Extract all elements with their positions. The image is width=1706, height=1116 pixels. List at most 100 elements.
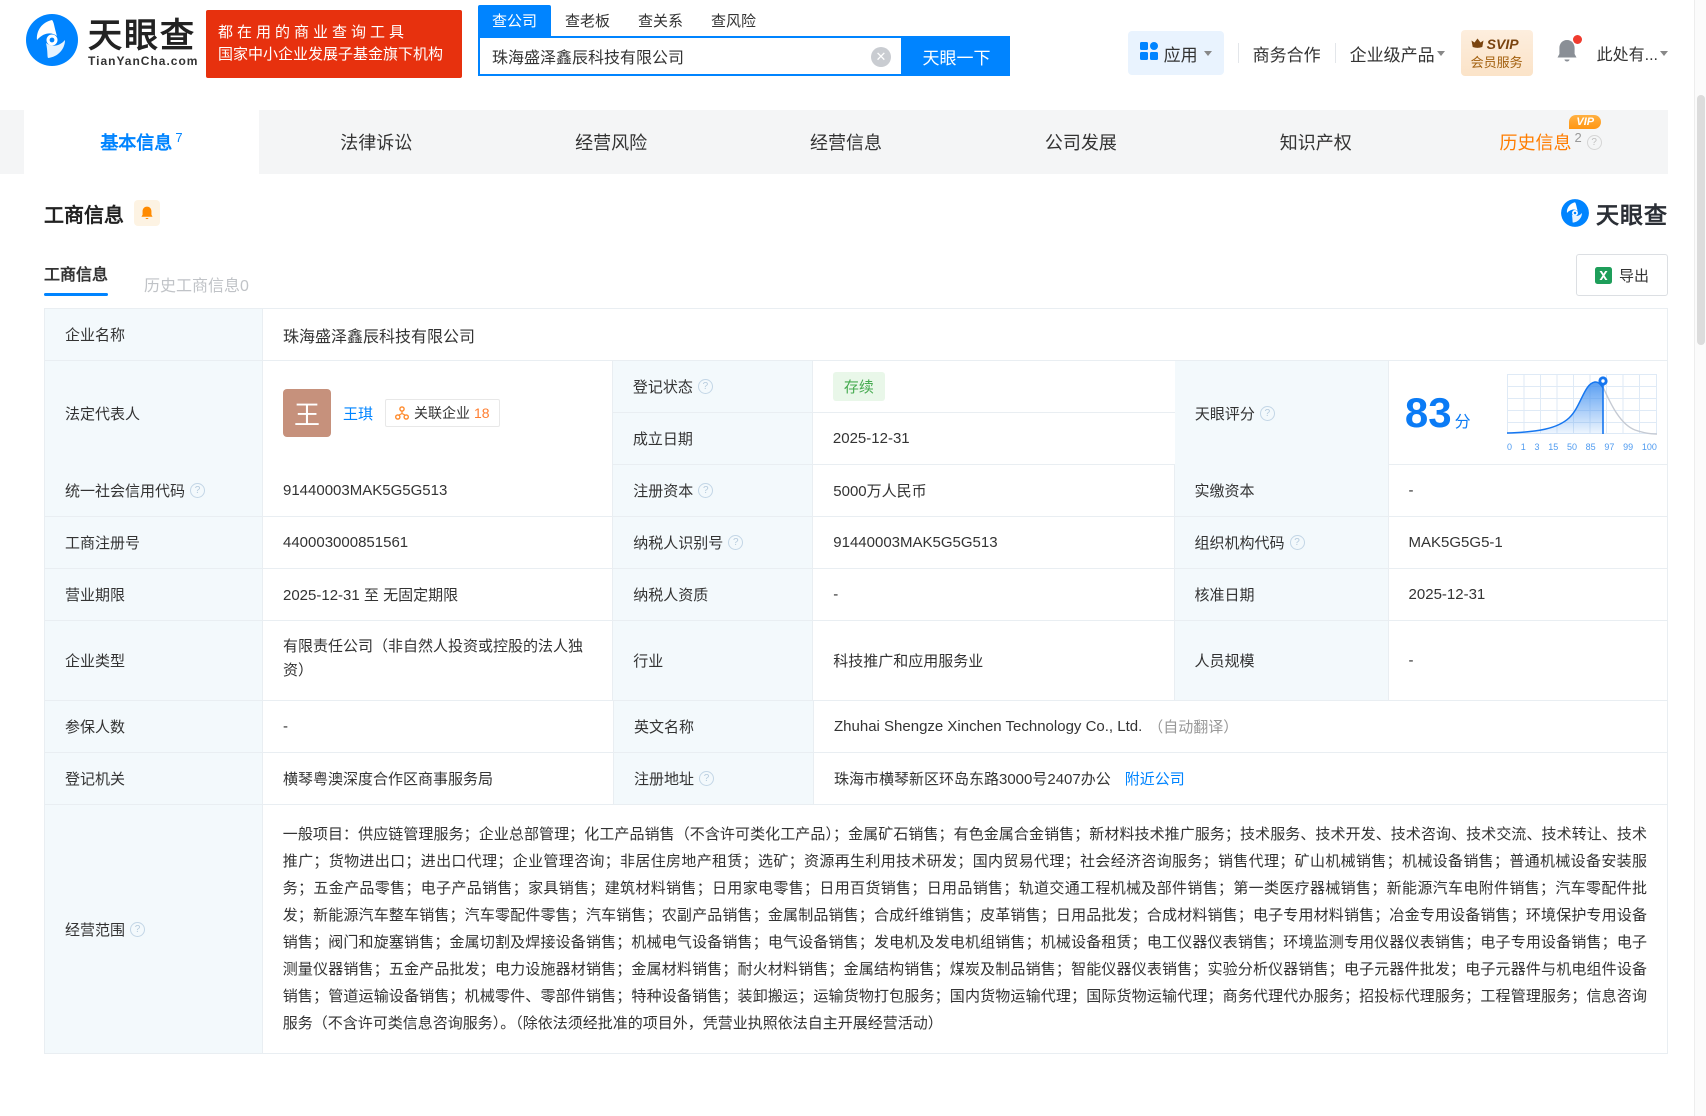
promo-line2: 国家中小企业发展子基金旗下机构 bbox=[218, 46, 444, 63]
tab-company-development[interactable]: 公司发展 bbox=[963, 110, 1198, 174]
brand-domain: TianYanCha.com bbox=[88, 53, 199, 68]
score-chart-ticks: 0 1 3 15 50 85 97 99 100 bbox=[1507, 442, 1657, 452]
search-button[interactable]: 天眼一下 bbox=[903, 36, 1010, 76]
apps-menu-button[interactable]: 应用 bbox=[1127, 31, 1224, 75]
promo-line1: 都在用的商业查询工具 bbox=[218, 24, 409, 41]
crown-icon bbox=[1471, 36, 1484, 52]
table-row: 法定代表人 王 王琪 关联企业 18 登记状态 ? 存续 成立日期 2025-1… bbox=[45, 361, 1667, 465]
field-label: 参保人数 bbox=[45, 701, 263, 752]
menu-item-enterprise[interactable]: 企业级产品 bbox=[1350, 41, 1445, 66]
tab-legal-proceedings[interactable]: 法律诉讼 bbox=[259, 110, 494, 174]
score-distribution-chart: 0 1 3 15 50 85 97 99 100 bbox=[1506, 374, 1658, 452]
table-row: 参保人数 - 英文名称 Zhuhai Shengze Xinchen Techn… bbox=[45, 701, 1667, 753]
help-icon[interactable]: ? bbox=[699, 771, 715, 786]
field-label: 企业名称 bbox=[45, 309, 263, 360]
table-row: 营业期限 2025-12-31 至 无固定期限 纳税人资质 - 核准日期 202… bbox=[45, 569, 1667, 621]
tab-label: 知识产权 bbox=[1279, 133, 1352, 153]
tab-count: 2 bbox=[1574, 129, 1582, 145]
field-label: 行业 bbox=[613, 621, 814, 700]
tab-label: 法律诉讼 bbox=[340, 133, 413, 153]
tab-intellectual-property[interactable]: 知识产权 bbox=[1198, 110, 1433, 174]
company-type-value: 有限责任公司（非自然人投资或控股的法人独资） bbox=[263, 621, 614, 700]
business-scope-value: 一般项目：供应链管理服务；企业总部管理；化工产品销售（不含许可类化工产品）；金属… bbox=[282, 826, 1647, 1032]
business-info-section: 工商信息 天眼查 工商信息 历史工商信息0 导出 企业名称 珠海盛泽鑫辰科技有限… bbox=[44, 196, 1668, 1054]
menu-item-cooperation[interactable]: 商务合作 bbox=[1253, 41, 1321, 66]
related-companies-label: 关联企业 bbox=[414, 405, 471, 421]
svip-label: SVIP bbox=[1486, 35, 1519, 52]
field-label: 组织机构代码 ? bbox=[1174, 517, 1389, 568]
tab-history-info[interactable]: VIP 历史信息 2 ? bbox=[1433, 110, 1668, 174]
search-tab-boss[interactable]: 查老板 bbox=[551, 5, 624, 36]
reg-authority-value: 横琴粤澳深度合作区商事服务局 bbox=[263, 753, 614, 804]
insured-count-value: - bbox=[263, 701, 614, 752]
enterprise-label: 企业级产品 bbox=[1349, 45, 1435, 65]
field-label: 营业期限 bbox=[45, 569, 263, 620]
help-icon[interactable]: ? bbox=[728, 535, 744, 550]
help-icon[interactable]: ? bbox=[130, 921, 146, 937]
score-cell: 83 分 0 1 3 15 50 85 97 99 100 bbox=[1389, 361, 1667, 465]
related-companies-badge[interactable]: 关联企业 18 bbox=[385, 399, 500, 427]
tianyancha-logo[interactable]: 天眼查 TianYanCha.com bbox=[24, 12, 198, 73]
subtab-business-info[interactable]: 工商信息 bbox=[44, 261, 109, 296]
help-icon[interactable]: ? bbox=[190, 483, 206, 498]
field-label: 纳税人识别号 ? bbox=[613, 517, 814, 568]
page-scrollbar bbox=[1694, 0, 1706, 1116]
search-tab-risk[interactable]: 查风险 bbox=[697, 5, 770, 36]
legal-rep-link[interactable]: 王琪 bbox=[343, 403, 373, 424]
field-label: 核准日期 bbox=[1174, 569, 1389, 620]
legal-rep-avatar[interactable]: 王 bbox=[283, 389, 331, 437]
field-label: 成立日期 bbox=[612, 412, 813, 464]
field-label: 工商注册号 bbox=[45, 517, 263, 568]
scrollbar-thumb[interactable] bbox=[1697, 95, 1705, 345]
menu-separator bbox=[1237, 43, 1239, 63]
table-row: 企业类型 有限责任公司（非自然人投资或控股的法人独资） 行业 科技推广和应用服务… bbox=[45, 621, 1667, 701]
help-icon[interactable]: ? bbox=[1289, 535, 1305, 550]
nearby-companies-link[interactable]: 附近公司 bbox=[1125, 768, 1185, 789]
svip-member-button[interactable]: SVIP 会员服务 bbox=[1460, 30, 1533, 76]
search-block: 查公司 查老板 查关系 查风险 ✕ 天眼一下 bbox=[478, 5, 1010, 76]
reg-status-cell: 存续 bbox=[812, 361, 1175, 412]
field-label: 注册地址 ? bbox=[614, 753, 814, 804]
tab-label: 经营风险 bbox=[575, 133, 648, 153]
table-row: 统一社会信用代码 ? 91440003MAK5G5G513 注册资本 ? 500… bbox=[45, 465, 1667, 517]
export-button[interactable]: 导出 bbox=[1575, 254, 1668, 296]
active-underline bbox=[44, 293, 109, 296]
promo-banner[interactable]: 都在用的商业查询工具 国家中小企业发展子基金旗下机构 bbox=[206, 10, 462, 78]
label-text: 经营范围 bbox=[65, 921, 126, 939]
chevron-down-icon bbox=[1660, 50, 1668, 56]
subtab-label: 历史工商信息0 bbox=[144, 278, 249, 295]
business-term-value: 2025-12-31 至 无固定期限 bbox=[263, 569, 614, 620]
field-label: 统一社会信用代码 ? bbox=[45, 465, 263, 516]
field-label: 纳税人资质 bbox=[613, 569, 814, 620]
tab-operation-info[interactable]: 经营信息 bbox=[729, 110, 964, 174]
subtab-history-business-info[interactable]: 历史工商信息0 bbox=[144, 272, 249, 296]
help-icon[interactable]: ? bbox=[698, 483, 714, 498]
search-input[interactable] bbox=[480, 38, 901, 74]
excel-icon bbox=[1594, 266, 1612, 284]
org-code-value: MAK5G5G5-1 bbox=[1388, 517, 1667, 568]
search-tab-relation[interactable]: 查关系 bbox=[624, 5, 697, 36]
table-row: 经营范围 ? 一般项目：供应链管理服务；企业总部管理；化工产品销售（不含许可类化… bbox=[45, 805, 1667, 1053]
notification-bell-icon[interactable] bbox=[1555, 34, 1582, 69]
search-tab-company[interactable]: 查公司 bbox=[478, 5, 552, 36]
svip-sublabel: 会员服务 bbox=[1470, 54, 1523, 70]
tab-basic-info[interactable]: 基本信息 7 bbox=[24, 110, 259, 174]
clear-search-icon[interactable]: ✕ bbox=[871, 47, 891, 67]
status-badge: 存续 bbox=[832, 371, 885, 401]
reg-number-value: 440003000851561 bbox=[263, 517, 614, 568]
tab-operation-risk[interactable]: 经营风险 bbox=[494, 110, 729, 174]
help-icon[interactable]: ? bbox=[1259, 405, 1275, 421]
notification-dot bbox=[1572, 34, 1582, 44]
top-bar: 天眼查 TianYanCha.com 都在用的商业查询工具 国家中小企业发展子基… bbox=[0, 0, 1706, 98]
user-name: 此处有... bbox=[1596, 47, 1658, 64]
tianyancha-company-page: 天眼查 TianYanCha.com 都在用的商业查询工具 国家中小企业发展子基… bbox=[0, 0, 1706, 1116]
tab-count: 7 bbox=[175, 129, 183, 145]
help-icon[interactable]: ? bbox=[697, 378, 713, 394]
field-label: 实缴资本 bbox=[1174, 465, 1389, 516]
field-label: 人员规模 bbox=[1174, 621, 1389, 700]
help-icon[interactable]: ? bbox=[1586, 134, 1602, 150]
business-info-table: 企业名称 珠海盛泽鑫辰科技有限公司 法定代表人 王 王琪 关联企业 18 登记状… bbox=[44, 308, 1668, 1054]
user-account-menu[interactable]: 此处有... bbox=[1597, 41, 1668, 65]
field-label: 天眼评分 ? bbox=[1174, 361, 1389, 465]
monitor-bell-icon[interactable] bbox=[134, 200, 160, 226]
